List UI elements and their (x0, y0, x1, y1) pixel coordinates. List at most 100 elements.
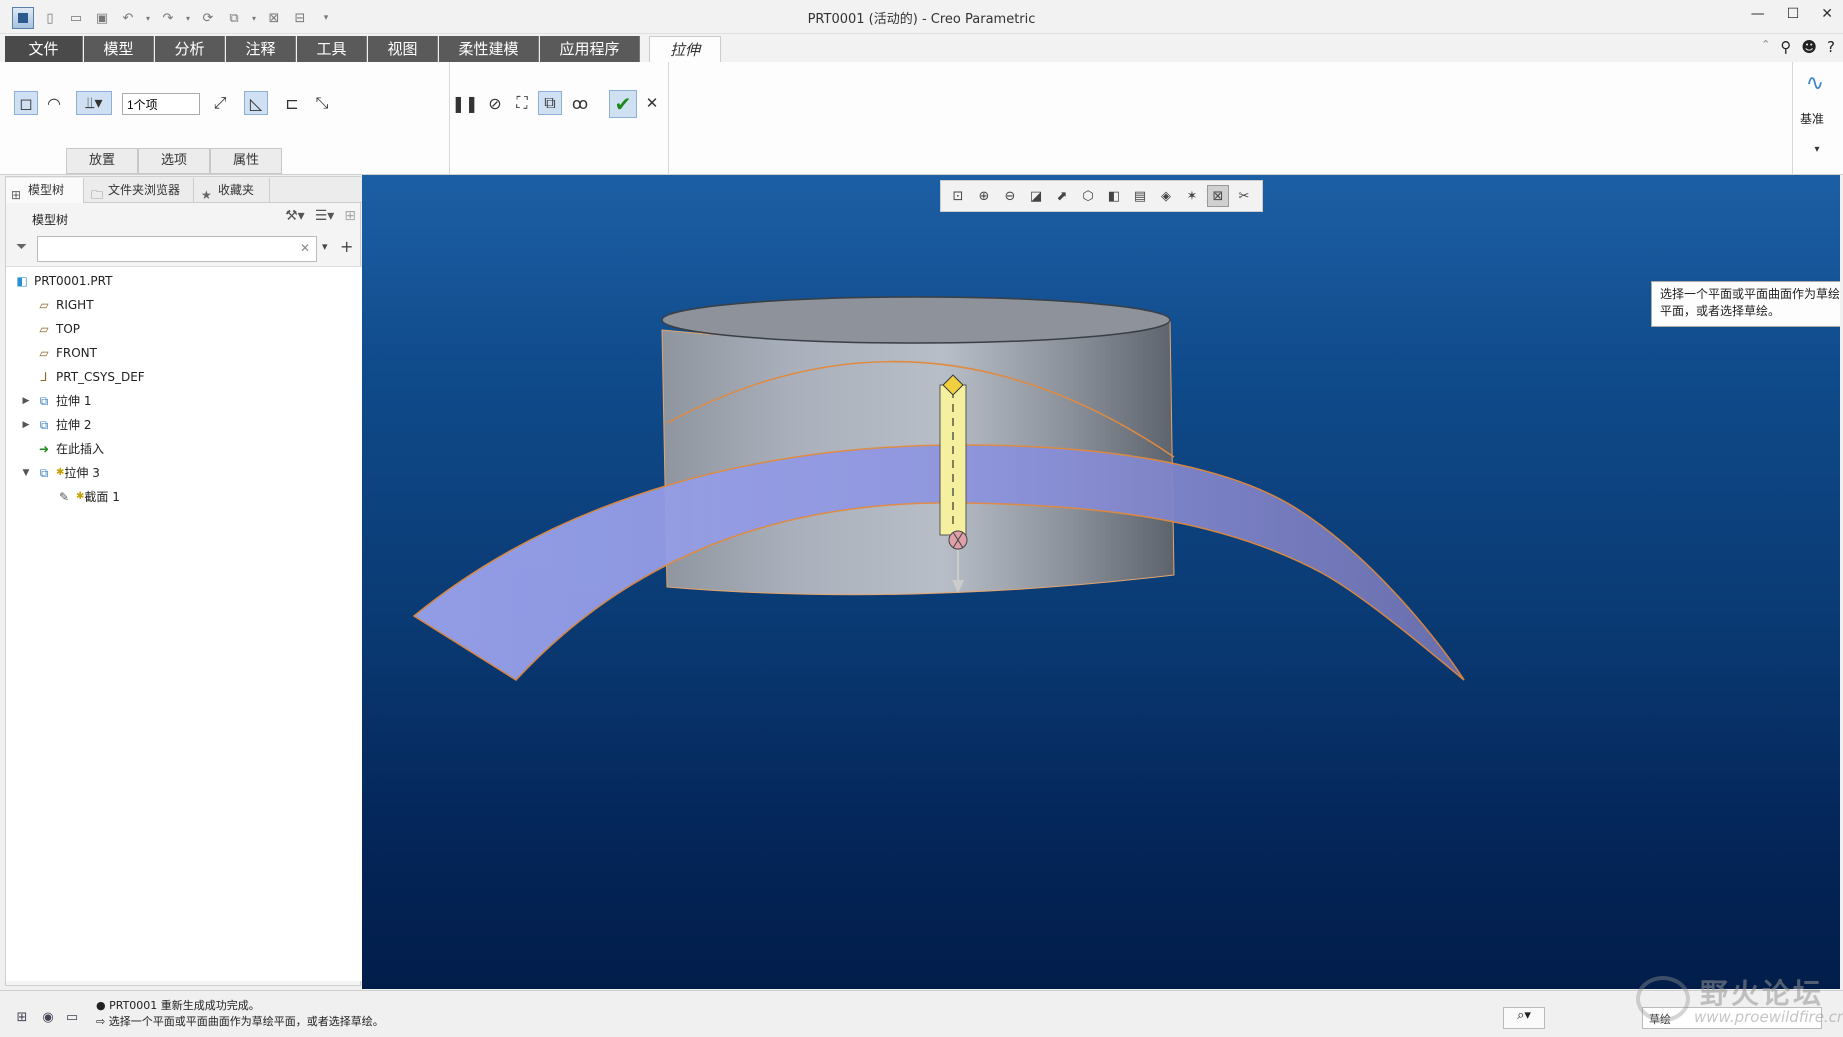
graphics-toolbar: ⊡ ⊕ ⊖ ◪ ⬈ ⬡ ◧ ▤ ◈ ✶ ⊠ ✂ (940, 180, 1263, 212)
close-window-icon[interactable]: ⊠ (264, 8, 284, 28)
refit-icon[interactable]: ⊡ (947, 185, 969, 207)
perspective-icon[interactable]: ◈ (1155, 185, 1177, 207)
model-scene[interactable] (362, 175, 1840, 989)
filter-dropdown-icon[interactable]: ▾ (322, 240, 328, 253)
open-icon[interactable]: ▭ (66, 8, 86, 28)
tab-model-tree[interactable]: ⊞ 模型树 (6, 178, 84, 203)
find-binoculars-icon[interactable]: ⌕▾ (1503, 1007, 1545, 1029)
subtab-options[interactable]: 选项 (138, 148, 210, 174)
creo-app-icon[interactable] (12, 7, 34, 29)
minimize-icon[interactable]: — (1751, 6, 1765, 22)
quick-access-toolbar: ▯ ▭ ▣ ↶ ▾ ↷ ▾ ⟳ ⧉ ▾ ⊠ ⊟ ▾ (12, 7, 336, 29)
tree-item-right[interactable]: ▱ RIGHT (36, 295, 93, 315)
add-filter-icon[interactable]: + (340, 237, 353, 256)
tree-settings-icon[interactable]: ⚒▾ (285, 208, 305, 224)
solid-extrude-icon[interactable]: ◻ (14, 91, 38, 115)
pause-icon[interactable]: ❚❚ (452, 91, 479, 115)
clear-filter-icon[interactable]: ✕ (300, 241, 310, 255)
zoom-in-icon[interactable]: ⊕ (973, 185, 995, 207)
save-icon[interactable]: ▣ (92, 8, 112, 28)
tab-flexible-modeling[interactable]: 柔性建模 (439, 36, 539, 62)
depth-value-field[interactable] (122, 93, 200, 115)
tree-item-extrude-3[interactable]: ▼ ⧉ ✱ 拉伸 3 (23, 463, 100, 483)
show-browser-icon[interactable]: ◉ (38, 1007, 58, 1027)
feature-preview-icon[interactable]: ⧉ (538, 91, 562, 115)
collapse-arrow-icon[interactable]: ▼ (20, 463, 32, 483)
tab-analysis[interactable]: 分析 (155, 36, 225, 62)
graphics-viewport[interactable]: ⊡ ⊕ ⊖ ◪ ⬈ ⬡ ◧ ▤ ◈ ✶ ⊠ ✂ 选择一个平面或平面曲面作为草绘平… (362, 175, 1840, 989)
tree-item-csys[interactable]: ⅃ PRT_CSYS_DEF (36, 367, 145, 387)
undo-icon[interactable]: ↶ (118, 8, 138, 28)
windows-icon[interactable]: ⧉ (224, 8, 244, 28)
remove-material-icon[interactable]: ◺ (244, 91, 268, 115)
flip-direction-icon[interactable]: ⤢ (208, 91, 232, 115)
tree-item-insert-here[interactable]: ➜ 在此插入 (36, 439, 104, 459)
subtab-placement[interactable]: 放置 (66, 148, 138, 174)
community-icon[interactable]: ☻ (1801, 38, 1817, 56)
display-style-icon[interactable]: ◧ (1103, 185, 1125, 207)
annotation-display-icon[interactable]: ⊠ (1207, 185, 1229, 207)
tree-search-input[interactable]: ✕ (37, 236, 317, 262)
datum-icon[interactable]: ∿ (1800, 68, 1830, 98)
close-icon[interactable]: ✕ (1821, 6, 1833, 22)
show-navigator-icon[interactable]: ⊞ (12, 1007, 32, 1027)
qat-more-icon[interactable]: ▾ (316, 8, 336, 28)
model-tree: ◧ PRT0001.PRT ▱ RIGHT ▱ TOP ▱ FRONT ⅃ PR… (6, 266, 362, 981)
tab-folder-browser[interactable]: 🗀 文件夹浏览器 (86, 178, 194, 203)
subtab-properties[interactable]: 属性 (210, 148, 282, 174)
datum-dropdown-icon[interactable]: ▾ (1805, 137, 1829, 161)
model-tree-title: 模型树 (32, 213, 69, 227)
tab-view[interactable]: 视图 (368, 36, 438, 62)
expand-arrow-icon[interactable]: ▶ (20, 415, 32, 435)
ok-check-icon[interactable]: ✔ (609, 90, 637, 118)
tree-item-front[interactable]: ▱ FRONT (36, 343, 97, 363)
tree-columns-icon[interactable]: ☰▾ (315, 208, 335, 224)
regenerate-icon[interactable]: ⟳ (198, 8, 218, 28)
undo-dropdown-icon[interactable]: ▾ (144, 8, 152, 28)
tree-show-icon[interactable]: ⊞ (344, 208, 356, 224)
datum-label[interactable]: 基准 (1800, 110, 1824, 127)
extrude-icon: ⧉ (39, 418, 49, 432)
thicken-icon[interactable]: ⊏ (280, 91, 304, 115)
view-manager-icon[interactable]: ▤ (1129, 185, 1151, 207)
tab-tools[interactable]: 工具 (297, 36, 367, 62)
verify-glasses-icon[interactable]: ꝏ (568, 91, 592, 115)
zoom-out-icon[interactable]: ⊖ (999, 185, 1021, 207)
new-icon[interactable]: ▯ (40, 8, 60, 28)
cancel-x-icon[interactable]: ✕ (640, 91, 664, 115)
saved-views-icon[interactable]: ⬡ (1077, 185, 1099, 207)
geometry-preview-icon[interactable]: ⛶ (510, 91, 534, 115)
tab-favorites[interactable]: ★ 收藏夹 (196, 178, 270, 203)
tab-applications[interactable]: 应用程序 (540, 36, 640, 62)
datum-display-icon[interactable]: ✶ (1181, 185, 1203, 207)
windows-dropdown-icon[interactable]: ▾ (250, 8, 258, 28)
filter-icon[interactable]: ⏷ (16, 239, 27, 255)
surface-extrude-icon[interactable]: ◠ (42, 91, 66, 115)
expand-arrow-icon[interactable]: ▶ (20, 391, 32, 411)
new-feature-marker-icon: ✱ (56, 467, 65, 478)
help-icon[interactable]: ? (1827, 38, 1835, 56)
maximize-icon[interactable]: ☐ (1787, 6, 1800, 22)
tab-file[interactable]: 文件 (5, 36, 83, 62)
customize-icon[interactable]: ⊟ (290, 8, 310, 28)
reorient-icon[interactable]: ⬈ (1051, 185, 1073, 207)
full-screen-icon[interactable]: ▭ (62, 1007, 82, 1027)
no-preview-icon[interactable]: ⊘ (483, 91, 507, 115)
tree-item-part[interactable]: ◧ PRT0001.PRT (14, 271, 112, 291)
tab-model[interactable]: 模型 (84, 36, 154, 62)
tree-item-section-1[interactable]: ✎ ✱ 截面 1 (56, 487, 120, 507)
spin-center-icon[interactable]: ✂ (1233, 185, 1255, 207)
tab-annotate[interactable]: 注释 (226, 36, 296, 62)
search-icon[interactable]: ⚲ (1780, 38, 1791, 56)
repaint-icon[interactable]: ◪ (1025, 185, 1047, 207)
tree-item-extrude-1[interactable]: ▶ ⧉ 拉伸 1 (23, 391, 92, 411)
redo-dropdown-icon[interactable]: ▾ (184, 8, 192, 28)
depth-option-icon[interactable]: ⫫▾ (76, 91, 112, 115)
selection-filter[interactable]: 草绘 (1642, 1007, 1822, 1029)
collapse-ribbon-icon[interactable]: ⌃ (1761, 38, 1770, 56)
redo-icon[interactable]: ↷ (158, 8, 178, 28)
tree-item-extrude-2[interactable]: ▶ ⧉ 拉伸 2 (23, 415, 92, 435)
flip-side-icon[interactable]: ⤡ (310, 91, 334, 115)
tab-extrude[interactable]: 拉伸 (649, 36, 721, 62)
tree-item-top[interactable]: ▱ TOP (36, 319, 80, 339)
